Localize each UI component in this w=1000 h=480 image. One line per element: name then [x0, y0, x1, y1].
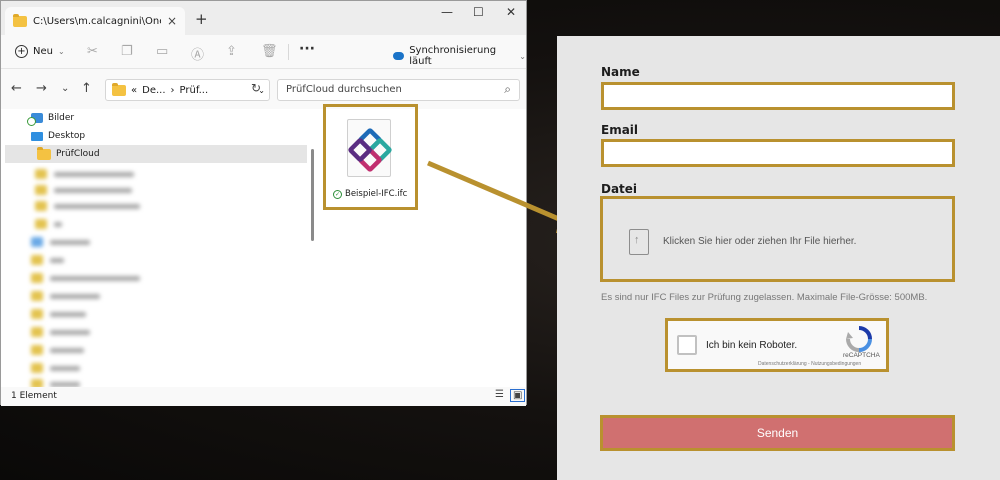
- file-upload-icon: [629, 229, 649, 255]
- recaptcha-widget: Ich bin kein Roboter. reCAPTCHA Datensch…: [665, 318, 889, 372]
- recaptcha-links[interactable]: Datenschutzerklärung - Nutzungsbedingung…: [758, 361, 861, 367]
- submit-button[interactable]: Senden: [600, 415, 955, 451]
- name-input[interactable]: [601, 82, 955, 110]
- recaptcha-checkbox[interactable]: [677, 335, 697, 355]
- arrow-shaft: [427, 160, 567, 225]
- recaptcha-brand: reCAPTCHA: [843, 352, 880, 359]
- upload-form: Name Email Datei Klicken Sie hier oder z…: [557, 36, 1000, 480]
- file-label: Datei: [601, 182, 638, 196]
- name-label: Name: [601, 65, 640, 79]
- dropzone-text: Klicken Sie hier oder ziehen Ihr File hi…: [663, 236, 857, 247]
- file-dropzone[interactable]: Klicken Sie hier oder ziehen Ihr File hi…: [600, 196, 955, 282]
- email-label: Email: [601, 123, 639, 137]
- recaptcha-label: Ich bin kein Roboter.: [706, 340, 798, 351]
- recaptcha-logo-icon: [846, 326, 872, 352]
- email-input[interactable]: [601, 139, 955, 167]
- upload-note: Es sind nur IFC Files zur Prüfung zugela…: [601, 292, 928, 303]
